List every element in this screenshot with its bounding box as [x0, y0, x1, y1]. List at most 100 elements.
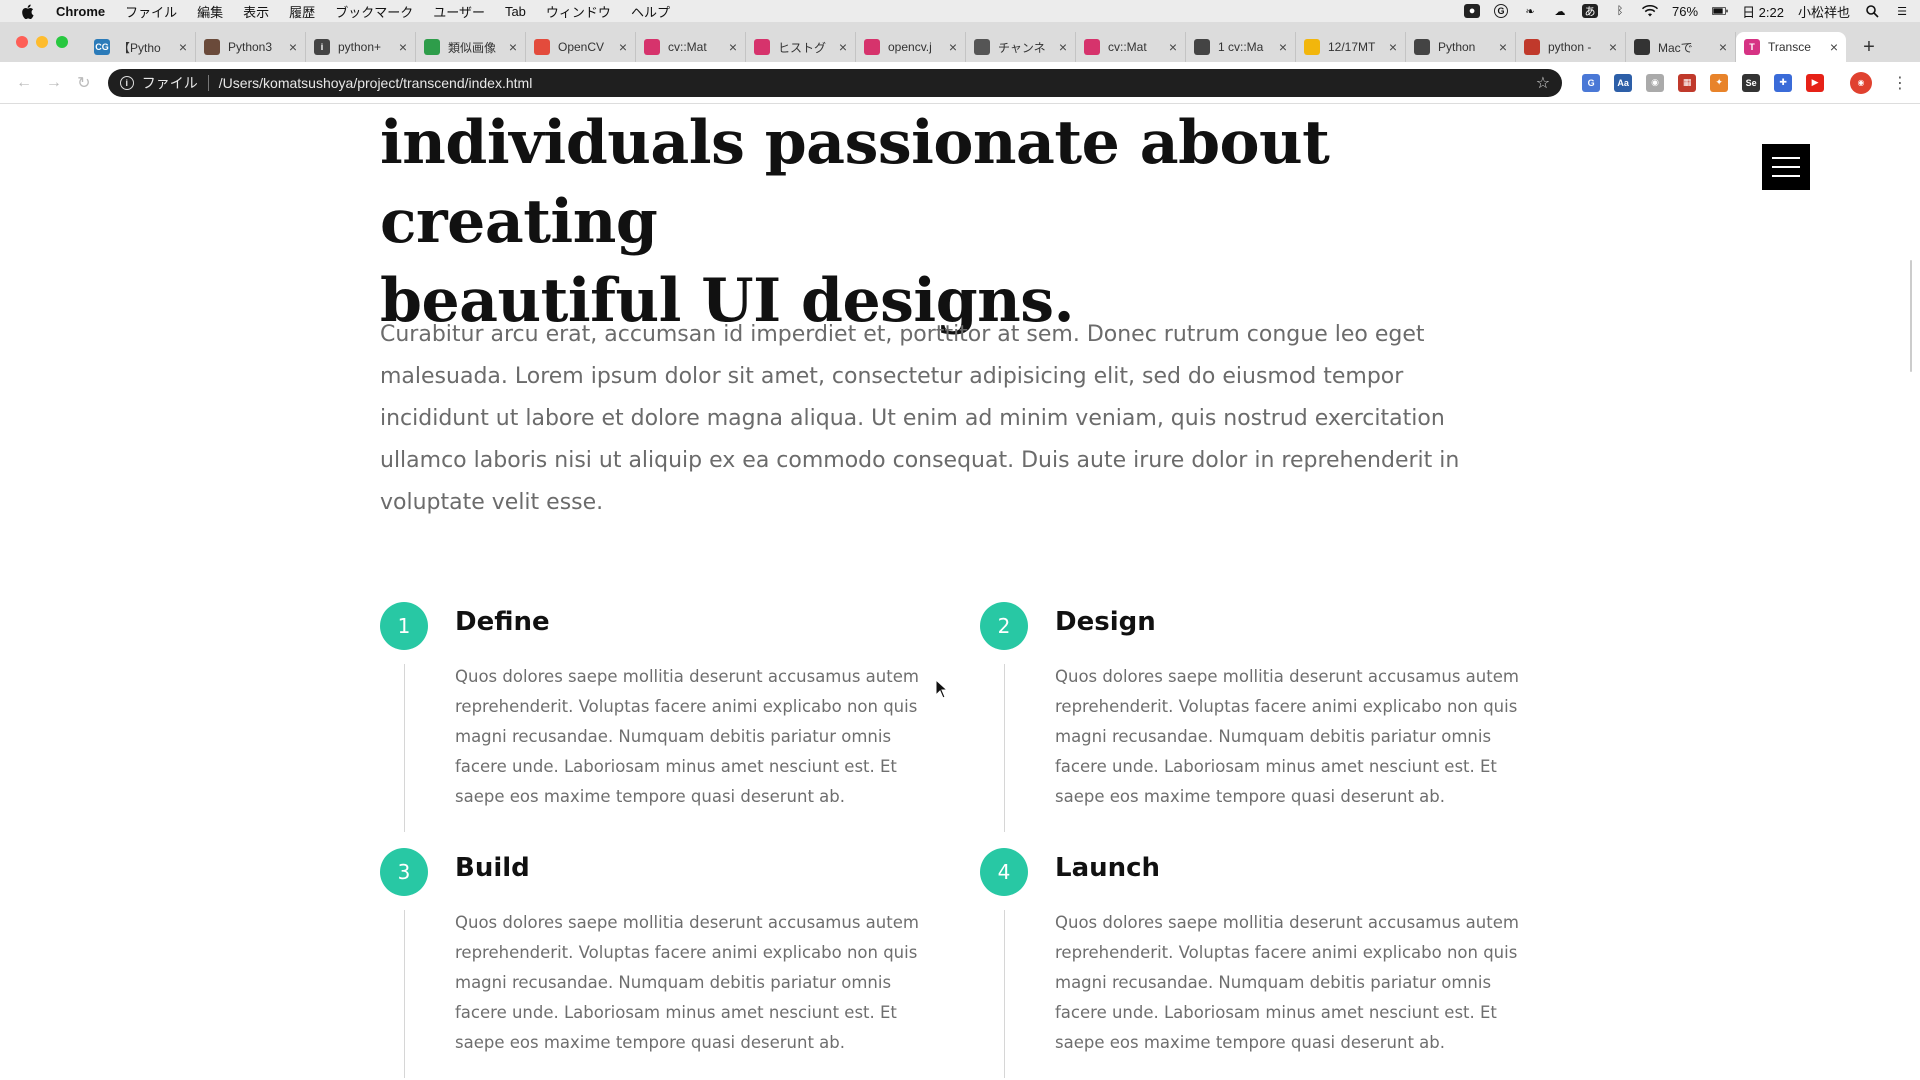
close-window-button[interactable] [16, 36, 28, 48]
input-method-icon[interactable]: あ [1582, 4, 1599, 18]
tab[interactable]: 12/17MT × [1296, 32, 1406, 62]
tab[interactable]: ヒストグ × [746, 32, 856, 62]
leaf-icon[interactable]: ❧ [1522, 4, 1538, 18]
tab-close-icon[interactable]: × [1830, 39, 1838, 55]
grammarly-icon[interactable]: G [1494, 4, 1509, 18]
tab[interactable]: OpenCV × [526, 32, 636, 62]
selenium-extension-icon[interactable]: Se [1742, 73, 1761, 92]
tab-title: 12/17MT [1328, 40, 1376, 54]
video-extension-icon[interactable]: ▶ [1806, 73, 1825, 92]
menu-user-name[interactable]: 小松祥也 [1798, 2, 1850, 21]
tab[interactable]: Macで × [1626, 32, 1736, 62]
tab[interactable]: python - × [1516, 32, 1626, 62]
bookmark-star-icon[interactable]: ☆ [1536, 73, 1550, 93]
tab-title: ヒストグ [778, 40, 827, 55]
tab[interactable]: cv::Mat × [1076, 32, 1186, 62]
tab-favicon-icon [1304, 39, 1320, 55]
tab-close-icon[interactable]: × [1389, 39, 1397, 55]
tab-close-icon[interactable]: × [949, 39, 957, 55]
tab-close-icon[interactable]: × [509, 39, 517, 55]
menu-bookmarks[interactable]: ブックマーク [335, 2, 413, 21]
menu-file[interactable]: ファイル [125, 2, 177, 21]
menu-tab[interactable]: Tab [505, 4, 526, 19]
browser-menu-icon[interactable]: ⋮ [1892, 73, 1908, 93]
menu-history[interactable]: 履歴 [289, 2, 315, 21]
step-title: Design [1055, 607, 1156, 637]
address-url[interactable]: /Users/komatsushoya/project/transcend/in… [219, 75, 1536, 91]
tab-favicon-icon [1634, 39, 1650, 55]
address-bar[interactable]: i ファイル /Users/komatsushoya/project/trans… [107, 68, 1563, 97]
minimize-window-button[interactable] [36, 36, 48, 48]
metamask-extension-icon[interactable]: ✦ [1710, 73, 1729, 92]
tab-title: Python3 [228, 40, 273, 54]
menu-edit[interactable]: 編集 [197, 2, 223, 21]
extension-icons: G Aa ◉ ▦ ✦ Se ✚ ▶ [1582, 73, 1825, 92]
tab-close-icon[interactable]: × [839, 39, 847, 55]
chat-extension-icon[interactable]: ◉ [1646, 73, 1665, 92]
dictionary-extension-icon[interactable]: Aa [1614, 73, 1633, 92]
cloud-icon[interactable]: ☁ [1552, 4, 1568, 18]
tab[interactable]: Python × [1406, 32, 1516, 62]
network-extension-icon[interactable]: ✚ [1774, 73, 1793, 92]
tab-close-icon[interactable]: × [289, 39, 297, 55]
bluetooth-icon[interactable]: ᛒ [1612, 4, 1628, 18]
menu-clock[interactable]: 日 2:22 [1742, 2, 1784, 21]
tab-close-icon[interactable]: × [1719, 39, 1727, 55]
tab-title: python+ [338, 40, 382, 54]
menu-window[interactable]: ウィンドウ [546, 2, 611, 21]
site-info-icon[interactable]: i [119, 75, 134, 90]
hamburger-menu-button[interactable] [1762, 144, 1810, 190]
tab[interactable]: CG 【Pytho × [86, 32, 196, 62]
tab[interactable]: 類似画像 × [416, 32, 526, 62]
battery-icon[interactable] [1712, 4, 1728, 18]
tab[interactable]: チャンネ × [966, 32, 1076, 62]
step-number-badge: 3 [380, 848, 428, 896]
tab-close-icon[interactable]: × [399, 39, 407, 55]
spotlight-search-icon[interactable] [1864, 4, 1880, 18]
tab-close-icon[interactable]: × [179, 39, 187, 55]
tab-close-icon[interactable]: × [1279, 39, 1287, 55]
tab-close-icon[interactable]: × [1499, 39, 1507, 55]
translate-extension-icon[interactable]: G [1582, 73, 1601, 92]
status-area: ● G ❧ ☁ あ ᛒ 76% 日 2:22 小松祥也 ☰ [1464, 2, 1910, 21]
tab-title: cv::Mat [1108, 40, 1147, 54]
menu-app-name[interactable]: Chrome [56, 4, 105, 19]
tab[interactable]: cv::Mat × [636, 32, 746, 62]
tab-close-icon[interactable]: × [619, 39, 627, 55]
profile-avatar[interactable]: ◉ [1850, 71, 1872, 94]
back-arrow-icon[interactable]: ← [12, 74, 36, 92]
zoom-window-button[interactable] [56, 36, 68, 48]
adblock-extension-icon[interactable]: ▦ [1678, 73, 1697, 92]
intro-paragraph: Curabitur arcu erat, accumsan id imperdi… [380, 322, 1460, 515]
tab-title: チャンネ [998, 40, 1046, 55]
menu-help[interactable]: ヘルプ [631, 2, 670, 21]
tab[interactable]: Python3 × [196, 32, 306, 62]
browser-toolbar: ← → ↻ i ファイル /Users/komatsushoya/project… [0, 62, 1920, 104]
step-description: Quos dolores saepe mollitia deserunt acc… [1055, 667, 1519, 806]
tab-close-icon[interactable]: × [1609, 39, 1617, 55]
menu-view[interactable]: 表示 [243, 2, 269, 21]
tab[interactable]: opencv.j × [856, 32, 966, 62]
forward-arrow-icon[interactable]: → [42, 74, 66, 92]
reload-icon[interactable]: ↻ [72, 73, 96, 93]
tab-favicon-icon [1084, 39, 1100, 55]
tab[interactable]: 1 cv::Ma × [1186, 32, 1296, 62]
apple-menu-icon[interactable] [20, 3, 34, 19]
tab[interactable]: i python+ × [306, 32, 416, 62]
notification-center-icon[interactable]: ☰ [1894, 4, 1910, 18]
tab-close-icon[interactable]: × [729, 39, 737, 55]
step-number-badge: 2 [980, 602, 1028, 650]
tab-title: Macで [1658, 40, 1693, 55]
tab-favicon-icon [1524, 39, 1540, 55]
step-title: Define [455, 607, 550, 637]
record-icon[interactable]: ● [1464, 4, 1481, 18]
step-divider-line [404, 664, 405, 832]
tab-close-icon[interactable]: × [1169, 39, 1177, 55]
wifi-icon[interactable] [1642, 4, 1659, 18]
tab-close-icon[interactable]: × [1059, 39, 1067, 55]
browser-tab-strip: CG 【Pytho × Python3 × i python+ × 類似画像 × OpenCV × cv… [0, 22, 1920, 62]
menu-users[interactable]: ユーザー [433, 2, 485, 21]
tab-active[interactable]: T Transce × [1736, 32, 1846, 62]
new-tab-button[interactable]: + [1854, 32, 1884, 62]
page-scrollbar[interactable] [1910, 260, 1912, 372]
